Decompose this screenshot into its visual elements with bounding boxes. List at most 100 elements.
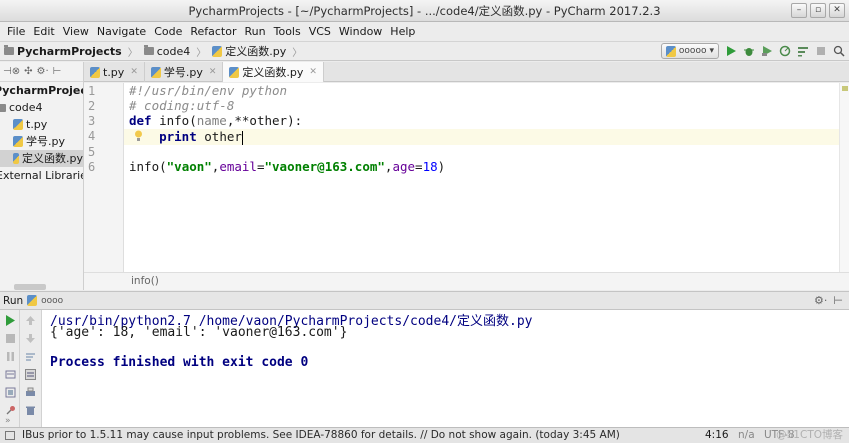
call-end: ) xyxy=(437,159,446,174)
arrow-up-icon[interactable] xyxy=(25,315,36,326)
tree-folder[interactable]: code4 xyxy=(0,99,83,116)
keyword-def: def xyxy=(129,113,152,128)
breadcrumb-folder[interactable]: code4 xyxy=(157,45,191,58)
line-number: 5 xyxy=(88,145,96,159)
tree-root[interactable]: PycharmProjects xyxy=(0,82,83,99)
coverage-icon[interactable] xyxy=(761,45,773,57)
pin-icon[interactable] xyxy=(5,405,16,416)
title-bar: PycharmProjects - [~/PycharmProjects] - … xyxy=(0,0,849,22)
tab-define-function-py[interactable]: 定义函数.py ✕ xyxy=(223,62,324,82)
caret-position[interactable]: 4:16 xyxy=(705,428,729,443)
equals: = xyxy=(256,159,265,174)
line-number: 6 xyxy=(88,160,96,174)
collapse-icon[interactable]: ⊣⊗ xyxy=(3,66,20,77)
menu-refactor[interactable]: Refactor xyxy=(186,25,240,38)
vertical-scrollbar[interactable] xyxy=(839,83,849,272)
menu-window[interactable]: Window xyxy=(335,25,386,38)
run-header-tools: ⚙· ⊢ xyxy=(814,294,843,307)
breadcrumb: PycharmProjects 〉 code4 〉 定义函数.py 〉 xyxy=(4,43,305,59)
tree-file[interactable]: 学号.py xyxy=(0,133,83,150)
pause-icon[interactable] xyxy=(5,351,16,362)
menu-tools[interactable]: Tools xyxy=(270,25,305,38)
folder-icon xyxy=(4,45,14,55)
line-number: 4 xyxy=(88,129,96,143)
status-bar: IBus prior to 1.5.11 may cause input pro… xyxy=(0,427,849,443)
tab-t-py[interactable]: t.py ✕ xyxy=(84,62,145,82)
tree-file[interactable]: t.py xyxy=(0,116,83,133)
run-side-toolbar: » xyxy=(0,310,20,427)
window-title: PycharmProjects - [~/PycharmProjects] - … xyxy=(188,4,661,18)
tool-windows-icon[interactable] xyxy=(5,431,15,440)
run-icon[interactable] xyxy=(725,45,737,57)
scroll-to-end-icon[interactable] xyxy=(25,369,36,380)
debug-icon[interactable] xyxy=(743,45,755,57)
line-separator-indicator[interactable]: n/a xyxy=(738,428,755,443)
breadcrumb-file[interactable]: 定义函数.py xyxy=(225,43,286,59)
close-button[interactable]: ✕ xyxy=(829,3,845,18)
watermark: @51CTO博客 xyxy=(776,429,843,441)
menu-vcs[interactable]: VCS xyxy=(305,25,335,38)
line-gutter[interactable]: 1 2 3 4 5 6 xyxy=(84,83,124,272)
close-icon[interactable]: ✕ xyxy=(209,67,217,77)
hide-icon[interactable]: ⊢ xyxy=(53,66,62,77)
chevron-down-icon: ▾ xyxy=(709,46,714,56)
menu-help[interactable]: Help xyxy=(386,25,419,38)
close-icon[interactable]: ✕ xyxy=(130,67,138,77)
menu-view[interactable]: View xyxy=(59,25,93,38)
console-output-line: {'age': 18, 'email': 'vaoner@163.com'} xyxy=(50,325,348,340)
tab-label: t.py xyxy=(103,65,125,79)
python-file-icon xyxy=(90,66,100,78)
menu-file[interactable]: File xyxy=(3,25,29,38)
line-number: 2 xyxy=(88,99,96,113)
concurrency-icon[interactable] xyxy=(797,45,809,57)
rerun-icon[interactable] xyxy=(5,315,16,326)
project-tool-window: ⊣⊗ ✣ ⚙· ⊢ PycharmProjects code4 t.py 学号.… xyxy=(0,62,84,290)
autoscroll-icon[interactable]: ✣ xyxy=(24,66,32,77)
hide-icon[interactable]: ⊢ xyxy=(833,294,843,307)
python-file-icon xyxy=(150,66,161,78)
breadcrumb-project[interactable]: PycharmProjects xyxy=(17,45,122,58)
navigation-bar: PycharmProjects 〉 code4 〉 定义函数.py 〉 oooo… xyxy=(0,41,849,61)
menu-navigate[interactable]: Navigate xyxy=(93,25,150,38)
code-line-3: def info(name,**other): xyxy=(129,113,302,128)
menu-code[interactable]: Code xyxy=(150,25,186,38)
run-title: Run xyxy=(3,294,24,307)
gear-icon[interactable]: ⚙· xyxy=(36,66,48,77)
trash-icon[interactable] xyxy=(25,405,36,416)
dump-threads-icon[interactable] xyxy=(5,369,16,380)
restore-layout-icon[interactable] xyxy=(5,387,16,398)
menu-edit[interactable]: Edit xyxy=(29,25,58,38)
run-tool-header: Run oooo ⚙· ⊢ xyxy=(0,291,849,310)
profile-icon[interactable] xyxy=(779,45,791,57)
arrow-down-icon[interactable] xyxy=(25,333,36,344)
close-icon[interactable]: ✕ xyxy=(309,67,317,77)
expand-icon[interactable]: » xyxy=(5,416,16,427)
soft-wrap-icon[interactable] xyxy=(25,351,36,362)
menu-run[interactable]: Run xyxy=(241,25,270,38)
function-name: info( xyxy=(151,113,197,128)
tab-label: 定义函数.py xyxy=(242,66,304,79)
function-breadcrumb[interactable]: info() xyxy=(131,275,159,287)
console-exit-line: Process finished with exit code 0 xyxy=(50,355,309,370)
gear-icon[interactable]: ⚙· xyxy=(814,294,827,307)
warning-marker[interactable] xyxy=(842,86,848,91)
code-editor[interactable]: 1 2 3 4 5 6 #!/usr/bin/env python # codi… xyxy=(84,83,849,290)
run-config-name[interactable]: oooo xyxy=(41,296,63,306)
tree-file-label: t.py xyxy=(26,118,48,131)
tree-external-libraries[interactable]: External Libraries xyxy=(0,167,83,184)
stop-icon[interactable] xyxy=(815,45,827,57)
tree-external-label: External Libraries xyxy=(0,169,83,182)
python-file-icon xyxy=(13,153,19,164)
run-config-select[interactable]: ooooo ▾ xyxy=(660,43,719,59)
maximize-button[interactable]: ▫ xyxy=(810,3,826,18)
tab-xuehao-py[interactable]: 学号.py ✕ xyxy=(145,62,224,82)
line-number: 1 xyxy=(88,84,96,98)
print-icon[interactable] xyxy=(25,387,36,398)
chevron-right-icon: 〉 xyxy=(292,47,303,59)
horizontal-scrollbar[interactable] xyxy=(14,284,46,290)
stop-icon[interactable] xyxy=(5,333,16,344)
minimize-button[interactable]: – xyxy=(791,3,807,18)
tree-file-selected[interactable]: 定义函数.py xyxy=(0,150,83,167)
status-message[interactable]: IBus prior to 1.5.11 may cause input pro… xyxy=(22,428,620,443)
search-icon[interactable] xyxy=(833,45,845,57)
